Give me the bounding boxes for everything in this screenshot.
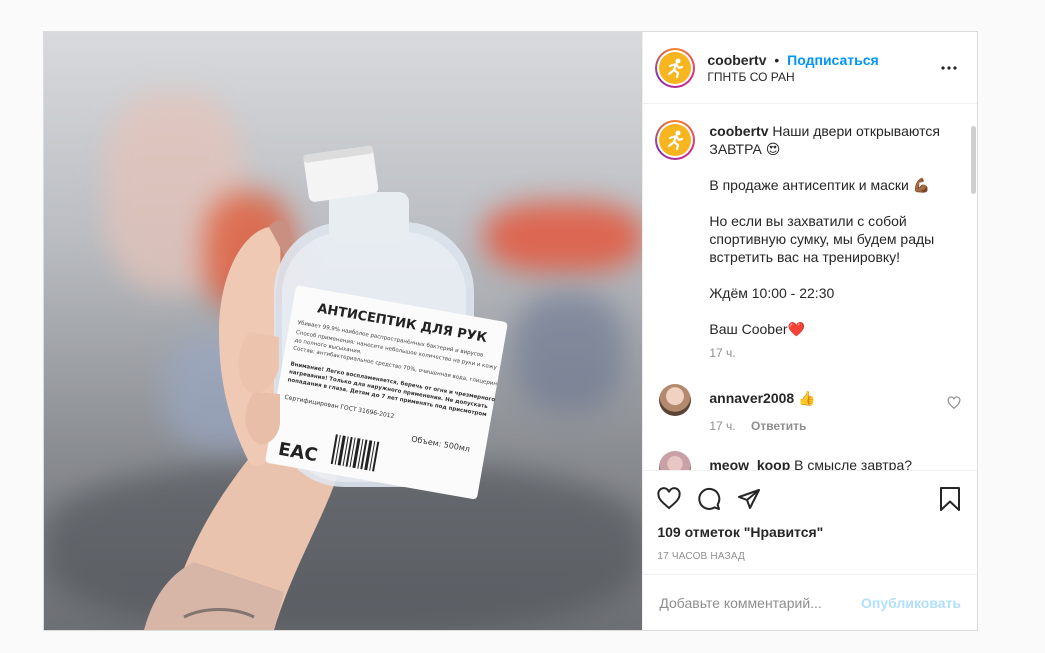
comment-bubble-icon — [698, 487, 721, 510]
post-container: АНТИСЕПТИК ДЛЯ РУК Убивает 99,9% наиболе… — [43, 31, 978, 631]
comment-username[interactable]: annaver2008 — [709, 390, 794, 406]
comment-time[interactable]: 17 ч. — [709, 419, 735, 433]
more-options-icon[interactable] — [937, 56, 961, 80]
heart-icon — [657, 487, 681, 510]
comment-input[interactable] — [659, 594, 862, 611]
comment-item: meow_koop В смысле завтра? — [655, 451, 961, 470]
author-username[interactable]: coobertv — [707, 52, 766, 68]
comment-text: В смысле завтра? — [794, 457, 913, 470]
share-button[interactable] — [737, 479, 777, 519]
caption-paragraph: Но если вы захватили с собой спортивную … — [709, 213, 935, 265]
bookmark-icon — [940, 487, 960, 511]
paper-plane-icon — [738, 489, 761, 509]
comment-button[interactable] — [697, 479, 737, 519]
follow-button[interactable]: Подписаться — [787, 52, 879, 68]
likes-count[interactable]: 109 отметок "Нравится" — [657, 523, 961, 541]
post-timestamp[interactable]: 17 часов назад — [657, 551, 961, 562]
runner-logo-icon — [668, 130, 684, 151]
caption-paragraph: Ждём 10:00 - 22:30 — [709, 285, 835, 301]
runner-logo-icon — [668, 58, 684, 78]
caption: coobertv Наши двери открываются ЗАВТРА 😍… — [655, 120, 961, 362]
hand-with-bottle-illustration: АНТИСЕПТИК ДЛЯ РУК Убивает 99,9% наиболе… — [144, 145, 508, 630]
caption-paragraph: Ваш Coober❤️ — [709, 321, 805, 337]
post-location[interactable]: ГПНТБ СО РАН — [707, 69, 937, 85]
reply-button[interactable]: Ответить — [751, 419, 806, 433]
comment-text: 👍 — [798, 390, 816, 406]
post-photo[interactable]: АНТИСЕПТИК ДЛЯ РУК Убивает 99,9% наиболе… — [44, 32, 643, 630]
caption-username[interactable]: coobertv — [709, 123, 768, 139]
comments-section[interactable]: coobertv Наши двери открываются ЗАВТРА 😍… — [643, 104, 977, 470]
post-side-panel: coobertv • Подписаться ГПНТБ СО РАН coob… — [642, 32, 977, 630]
like-button[interactable] — [657, 479, 697, 519]
author-avatar[interactable] — [655, 47, 696, 88]
comments-scrollbar[interactable] — [971, 126, 976, 194]
separator-dot: • — [774, 51, 780, 68]
add-comment-bar: Опубликовать — [643, 574, 977, 630]
save-button[interactable] — [921, 479, 961, 519]
comment-item: annaver2008 👍 17 ч. Ответить — [655, 384, 961, 435]
caption-time[interactable]: 17 ч. — [709, 346, 735, 360]
publish-button[interactable]: Опубликовать — [861, 595, 961, 611]
comment-username[interactable]: meow_koop — [709, 457, 790, 470]
post-actions: 109 отметок "Нравится" 17 часов назад — [643, 470, 977, 562]
caption-paragraph: В продаже антисептик и маски 💪🏾 — [709, 177, 931, 193]
comment-like-icon[interactable] — [947, 396, 961, 410]
commenter-avatar[interactable] — [659, 384, 692, 416]
post-header: coobertv • Подписаться ГПНТБ СО РАН — [643, 32, 977, 104]
caption-author-avatar[interactable] — [655, 120, 696, 160]
commenter-avatar[interactable] — [659, 451, 692, 470]
